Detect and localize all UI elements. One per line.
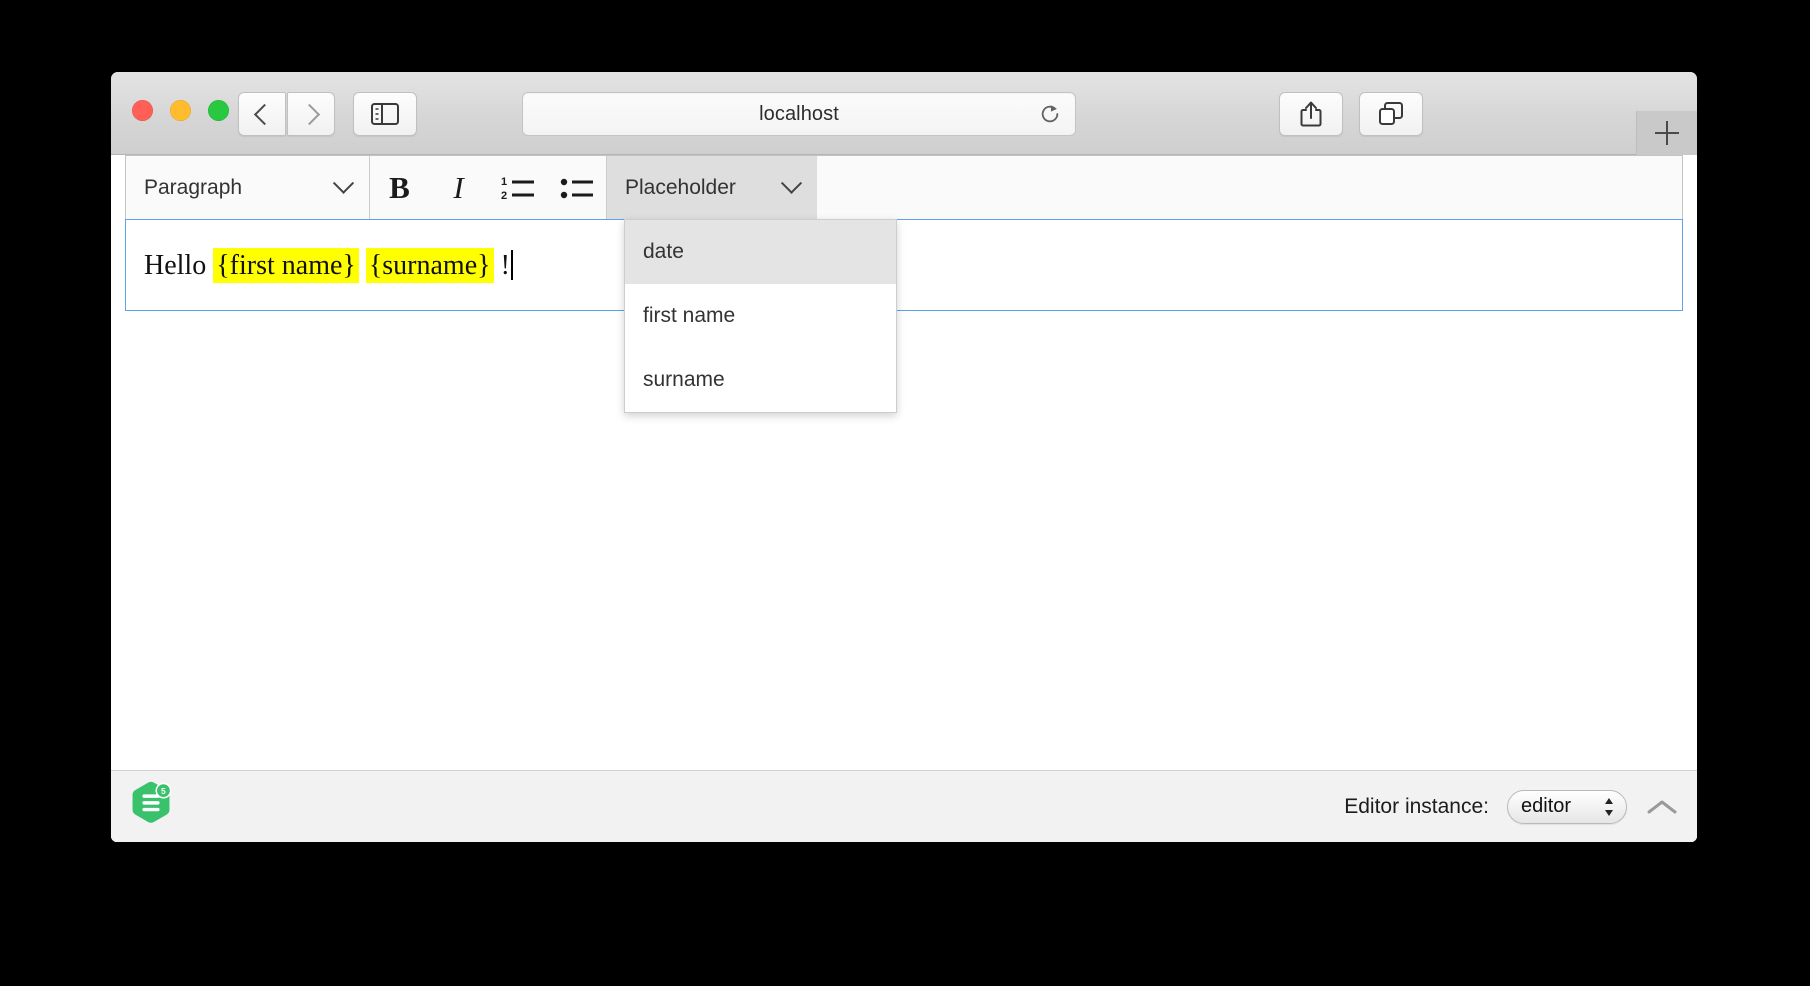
share-icon xyxy=(1299,100,1323,128)
placeholder-dropdown-panel: date first name surname xyxy=(624,219,897,413)
text-gap xyxy=(359,250,366,281)
chevron-down-icon xyxy=(781,173,802,194)
close-window-button[interactable] xyxy=(132,100,153,121)
chevron-right-icon xyxy=(298,103,319,124)
bulleted-list-button[interactable] xyxy=(547,156,606,219)
placeholder-tag-surname[interactable]: {surname} xyxy=(366,248,494,283)
placeholder-dropdown-label: Placeholder xyxy=(625,176,736,200)
forward-button[interactable] xyxy=(287,92,335,136)
toolbar-group-placeholder: Placeholder xyxy=(607,156,817,219)
svg-text:5: 5 xyxy=(161,786,166,796)
editor-editable-area[interactable]: Hello {first name} {surname} ! xyxy=(125,219,1683,311)
ckeditor-logo[interactable]: 5 xyxy=(129,780,173,833)
numbered-list-button[interactable]: 1 2 xyxy=(488,156,547,219)
placeholder-option-date[interactable]: date xyxy=(625,220,896,284)
text-suffix: ! xyxy=(494,250,510,281)
collapse-inspector-button[interactable] xyxy=(1645,792,1679,822)
numbered-list-icon: 1 2 xyxy=(501,174,535,202)
placeholder-option-surname[interactable]: surname xyxy=(625,348,896,412)
placeholder-tag-first-name[interactable]: {first name} xyxy=(213,248,359,283)
ckeditor5-logo-icon: 5 xyxy=(129,780,173,828)
tabs-icon xyxy=(1377,101,1405,127)
status-bar-right: Editor instance: editor xyxy=(1344,790,1679,824)
browser-window: localhost xyxy=(111,72,1697,842)
zoom-window-button[interactable] xyxy=(208,100,229,121)
bold-icon: B xyxy=(389,170,410,206)
tab-overview-button[interactable] xyxy=(1359,92,1423,136)
address-bar-text: localhost xyxy=(759,103,839,126)
chevron-left-icon xyxy=(253,103,274,124)
editor-instance-select[interactable]: editor xyxy=(1507,790,1627,824)
page-content: Paragraph B I 1 xyxy=(111,155,1697,842)
placeholder-dropdown-button[interactable]: Placeholder xyxy=(607,156,817,219)
bulleted-list-icon xyxy=(560,174,594,202)
placeholder-option-first-name[interactable]: first name xyxy=(625,284,896,348)
sidebar-toggle-button[interactable] xyxy=(353,92,417,136)
italic-button[interactable]: I xyxy=(429,156,488,219)
svg-text:2: 2 xyxy=(501,190,507,202)
reload-icon xyxy=(1039,103,1061,125)
chevron-down-icon xyxy=(333,173,354,194)
new-tab-button[interactable] xyxy=(1636,111,1697,155)
text-cursor xyxy=(511,250,513,280)
plus-icon xyxy=(1655,121,1679,145)
back-button[interactable] xyxy=(238,92,286,136)
browser-titlebar: localhost xyxy=(111,72,1697,155)
window-controls xyxy=(132,100,229,121)
toolbar-group-formatting: B I 1 2 xyxy=(370,156,607,219)
toolbar-group-heading: Paragraph xyxy=(126,156,370,219)
editor-toolbar: Paragraph B I 1 xyxy=(125,155,1683,219)
editor-paragraph: Hello {first name} {surname} ! xyxy=(144,248,513,283)
minimize-window-button[interactable] xyxy=(170,100,191,121)
text-prefix: Hello xyxy=(144,250,213,281)
italic-icon: I xyxy=(453,170,463,206)
select-arrows-icon xyxy=(1604,796,1614,818)
chevron-up-icon xyxy=(1647,798,1677,816)
screen: localhost xyxy=(0,0,1810,986)
svg-text:1: 1 xyxy=(501,176,507,188)
editor-instance-label: Editor instance: xyxy=(1344,795,1489,819)
inspector-status-bar: 5 Editor instance: editor xyxy=(111,770,1697,842)
heading-dropdown[interactable]: Paragraph xyxy=(126,156,369,219)
sidebar-icon xyxy=(371,103,399,125)
ckeditor-root: Paragraph B I 1 xyxy=(125,155,1683,760)
share-button[interactable] xyxy=(1279,92,1343,136)
editor-instance-value: editor xyxy=(1521,795,1571,818)
bold-button[interactable]: B xyxy=(370,156,429,219)
address-bar[interactable]: localhost xyxy=(522,92,1076,136)
reload-button[interactable] xyxy=(1039,103,1061,125)
heading-dropdown-label: Paragraph xyxy=(144,176,242,200)
